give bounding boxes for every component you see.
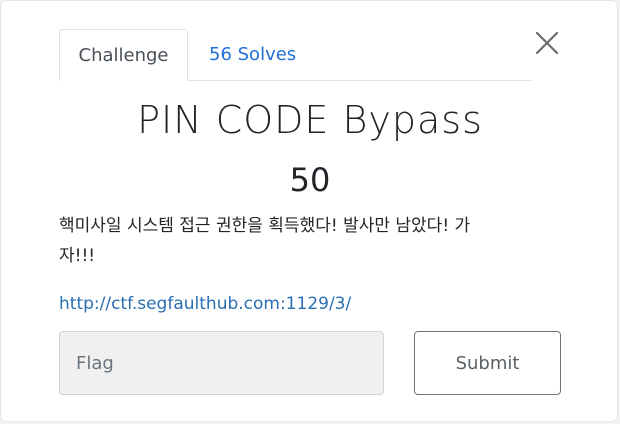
challenge-link[interactable]: http://ctf.segfaulthub.com:1129/3/ <box>59 294 351 314</box>
submit-button[interactable]: Submit <box>414 331 561 395</box>
description-line: 핵미사일 시스템 접근 권한을 획득했다! 발사만 남았다! 가 <box>59 216 471 236</box>
challenge-modal: Challenge 56 Solves PIN CODE Bypass 50 핵… <box>0 0 618 422</box>
close-icon[interactable] <box>533 29 561 57</box>
tab-solves[interactable]: 56 Solves <box>209 29 296 81</box>
flag-input[interactable] <box>59 331 384 395</box>
challenge-points: 50 <box>289 161 331 199</box>
challenge-tabs: Challenge 56 Solves <box>59 29 531 81</box>
challenge-description: 핵미사일 시스템 접근 권한을 획득했다! 발사만 남았다! 가 자!!! <box>59 211 559 271</box>
description-line: 자!!! <box>59 246 96 266</box>
tab-challenge[interactable]: Challenge <box>59 29 188 81</box>
challenge-title: PIN CODE Bypass <box>137 98 483 142</box>
